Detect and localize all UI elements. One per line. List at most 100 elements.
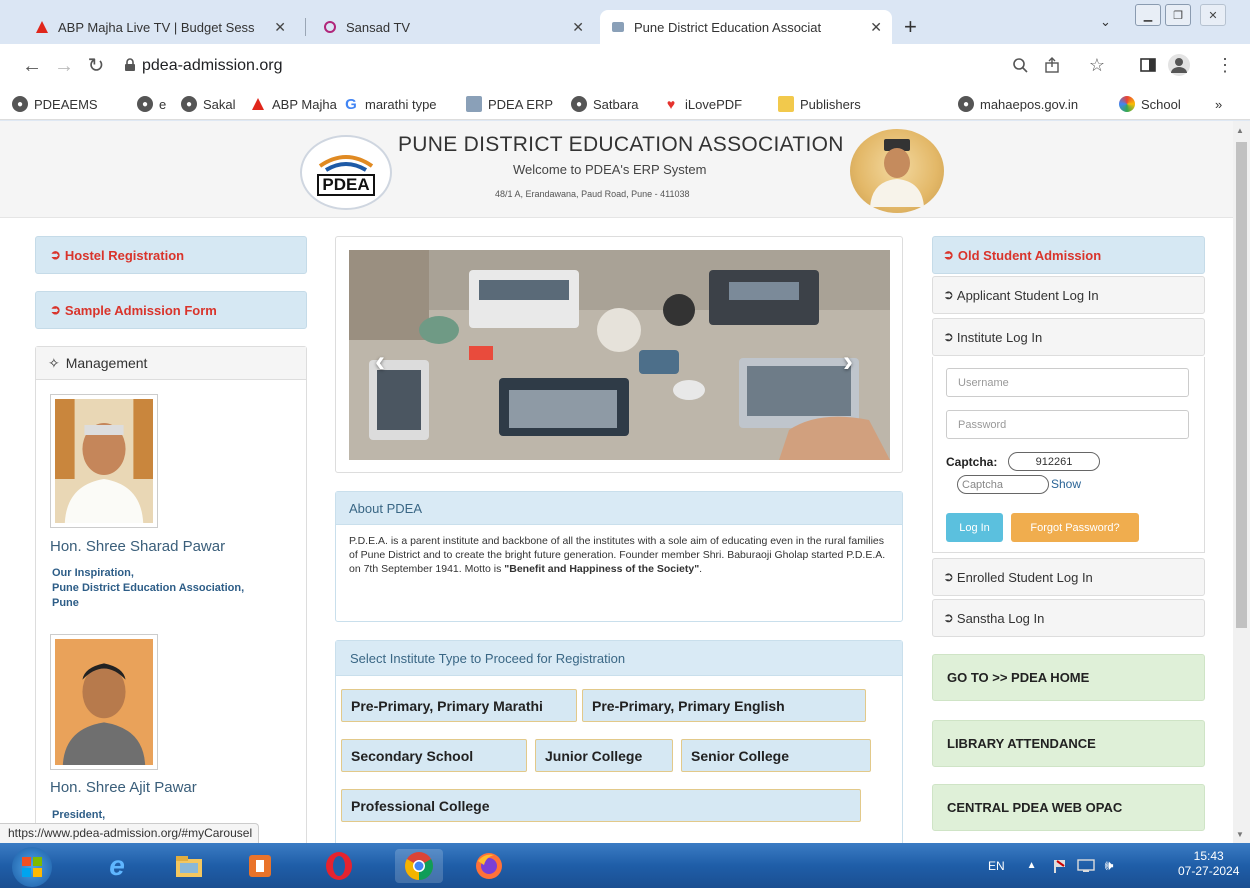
tab-title: Pune District Education Associat	[634, 19, 822, 35]
bookmarks-bar: ● PDEAEMS ● e ● Sakal ABP Majha Gmarathi ty…	[0, 88, 1250, 120]
bookmark-item[interactable]: ABP Majha	[250, 94, 337, 114]
person-role: Our Inspiration,	[52, 567, 134, 579]
scrollbar-thumb[interactable]	[1236, 142, 1247, 628]
volume-icon[interactable]: 🕪	[1105, 857, 1114, 874]
bookmark-folder[interactable]: Publishers	[778, 94, 861, 114]
login-button[interactable]: Log In	[946, 513, 1003, 542]
firefox-icon[interactable]	[472, 849, 506, 883]
bookmark-item[interactable]: ♥ iLovePDF	[663, 94, 742, 114]
institute-login-heading[interactable]: ➲ Institute Log In	[932, 318, 1205, 356]
tab-close-icon[interactable]: ✕	[274, 19, 286, 36]
pdea-logo[interactable]: PDEA	[300, 135, 392, 210]
taskbar-clock[interactable]: 15:43 07-27-2024	[1178, 849, 1239, 879]
zoom-icon[interactable]	[1009, 54, 1031, 76]
globe-icon: ●	[12, 96, 28, 112]
person-photo-ajit-pawar	[55, 639, 153, 765]
tab-close-icon[interactable]: ✕	[572, 19, 584, 36]
institute-pre-primary-english-button[interactable]: Pre-Primary, Primary English	[582, 689, 866, 722]
globe-icon: ●	[571, 96, 587, 112]
tab-close-icon[interactable]: ✕	[870, 19, 882, 36]
profile-avatar-icon[interactable]	[1168, 54, 1190, 76]
institute-senior-college-button[interactable]: Senior College	[681, 739, 871, 772]
sign-in-icon: ➲	[50, 247, 61, 262]
diamond-icon: ✧	[48, 354, 60, 371]
sign-in-icon: ➲	[943, 610, 954, 625]
start-button[interactable]	[12, 847, 52, 887]
institute-secondary-school-button[interactable]: Secondary School	[341, 739, 527, 772]
globe-icon: ●	[137, 96, 153, 112]
old-student-admission-button[interactable]: ➲ Old Student Admission	[932, 236, 1205, 274]
bookmark-item[interactable]: ● Sakal	[181, 94, 236, 114]
bookmark-label: iLovePDF	[685, 96, 743, 112]
abp-logo-icon	[250, 96, 266, 112]
bookmark-item[interactable]: Gmarathi type	[343, 94, 436, 114]
scroll-up-arrow-icon[interactable]: ▲	[1236, 126, 1244, 135]
media-app-icon[interactable]	[243, 849, 277, 883]
new-tab-icon[interactable]: +	[904, 14, 917, 40]
button-label: Applicant Student Log In	[956, 287, 1099, 303]
founder-portrait	[850, 129, 944, 213]
lock-icon[interactable]	[119, 54, 141, 76]
bookmark-item[interactable]: PDEA ERP	[466, 94, 553, 114]
username-input[interactable]: Username	[946, 368, 1189, 397]
reload-icon[interactable]: ↻	[84, 54, 108, 78]
institute-professional-college-button[interactable]: Professional College	[341, 789, 861, 822]
share-icon[interactable]	[1041, 54, 1063, 76]
school-app-icon	[1119, 96, 1135, 112]
side-panel-icon[interactable]	[1137, 54, 1159, 76]
hostel-registration-button[interactable]: ➲ Hostel Registration	[35, 236, 307, 274]
tab-sansad-tv[interactable]: Sansad TV ✕	[312, 10, 594, 44]
chrome-icon[interactable]	[395, 849, 443, 883]
library-attendance-link[interactable]: LIBRARY ATTENDANCE	[932, 720, 1205, 767]
bookmark-item[interactable]: ● Satbara	[571, 94, 639, 114]
password-input[interactable]: Password	[946, 410, 1189, 439]
network-icon[interactable]	[1076, 858, 1095, 873]
action-center-flag-icon[interactable]	[1051, 858, 1067, 874]
tab-pdea[interactable]: Pune District Education Associat ✕	[600, 10, 892, 44]
bookmark-item[interactable]: ● mahaepos.gov.in	[958, 94, 1078, 114]
bookmark-item[interactable]: ● PDEAEMS	[12, 94, 98, 114]
file-explorer-icon[interactable]	[172, 849, 206, 883]
bookmark-star-icon[interactable]: ☆	[1086, 54, 1108, 76]
restore-icon[interactable]: ❐	[1165, 4, 1191, 26]
bookmark-label: PDEAEMS	[34, 96, 98, 112]
pdea-favicon-icon	[610, 19, 626, 35]
minimize-icon[interactable]: ▁	[1135, 4, 1161, 26]
internet-explorer-icon[interactable]: e	[100, 849, 134, 883]
about-end: .	[699, 563, 703, 575]
sanstha-login-button[interactable]: ➲ Sanstha Log In	[932, 599, 1205, 637]
carousel-prev-icon[interactable]: ‹	[375, 345, 385, 379]
bookmark-item[interactable]: ● e	[137, 94, 166, 114]
captcha-input[interactable]: Captcha	[957, 475, 1049, 494]
opera-icon[interactable]	[322, 849, 356, 883]
central-web-opac-link[interactable]: CENTRAL PDEA WEB OPAC	[932, 784, 1205, 831]
menu-kebab-icon[interactable]: ⋮	[1214, 54, 1236, 76]
tab-search-chevron-icon[interactable]: ⌄	[1100, 14, 1111, 30]
bookmark-item[interactable]: School	[1119, 94, 1181, 114]
about-heading: About PDEA	[336, 492, 902, 525]
sample-admission-form-button[interactable]: ➲ Sample Admission Form	[35, 291, 307, 329]
button-label: Sample Admission Form	[64, 302, 217, 318]
captcha-show-link[interactable]: Show	[1051, 477, 1081, 491]
address-bar[interactable]: pdea-admission.org	[142, 52, 283, 80]
forward-icon[interactable]: →	[52, 54, 76, 78]
goto-pdea-home-link[interactable]: GO TO >> PDEA HOME	[932, 654, 1205, 701]
bookmarks-overflow-icon[interactable]: »	[1215, 94, 1222, 114]
button-label: Old Student Admission	[957, 247, 1102, 263]
language-indicator[interactable]: EN	[988, 859, 1005, 873]
tab-abp-majha[interactable]: ABP Majha Live TV | Budget Sess ✕	[24, 10, 296, 44]
link-status-bubble: https://www.pdea-admission.org/#myCarous…	[0, 823, 260, 843]
carousel-next-icon[interactable]: ›	[843, 345, 853, 379]
scroll-down-arrow-icon[interactable]: ▼	[1236, 830, 1244, 839]
institute-junior-college-button[interactable]: Junior College	[535, 739, 673, 772]
close-window-icon[interactable]: ✕	[1200, 4, 1226, 26]
back-icon[interactable]: ←	[20, 54, 44, 78]
applicant-student-login-button[interactable]: ➲ Applicant Student Log In	[932, 276, 1205, 314]
carousel-slide[interactable]: ‹ ›	[349, 250, 890, 460]
tray-overflow-icon[interactable]: ▲	[1027, 860, 1037, 871]
forgot-password-button[interactable]: Forgot Password?	[1011, 513, 1139, 542]
carousel-image	[349, 250, 890, 460]
institute-pre-primary-marathi-button[interactable]: Pre-Primary, Primary Marathi	[341, 689, 577, 722]
tab-strip: ABP Majha Live TV | Budget Sess ✕ Sansad…	[0, 0, 1250, 44]
enrolled-student-login-button[interactable]: ➲ Enrolled Student Log In	[932, 558, 1205, 596]
